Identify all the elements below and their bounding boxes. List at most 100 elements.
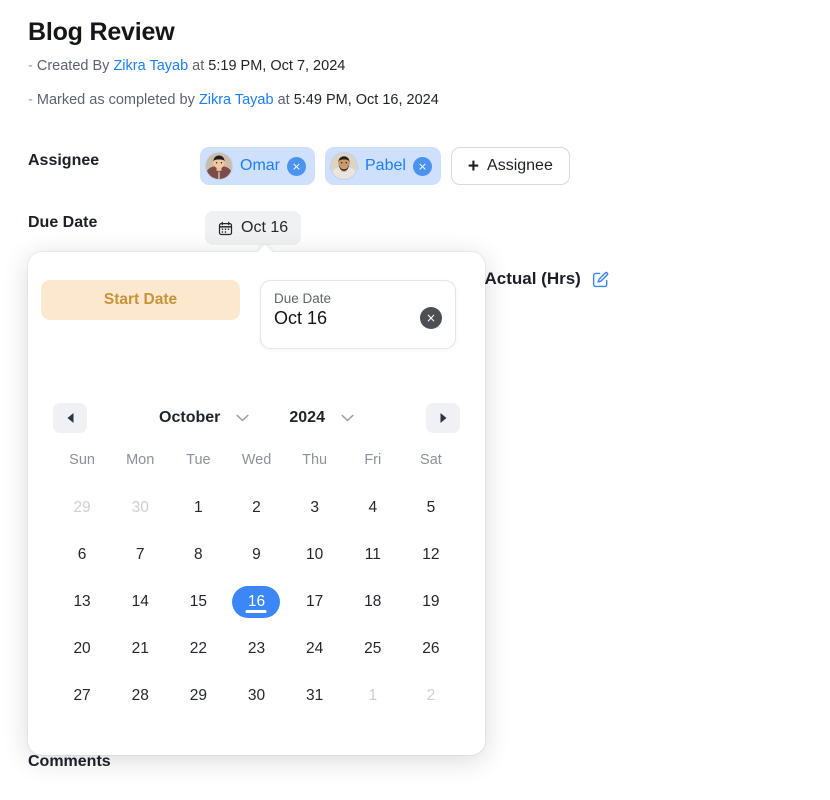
calendar-day-cell[interactable]: 25: [344, 625, 402, 672]
calendar-day-cell[interactable]: 4: [344, 484, 402, 531]
remove-assignee-icon[interactable]: ×: [412, 156, 432, 176]
calendar-day[interactable]: 18: [353, 586, 393, 618]
calendar-day-outside-month[interactable]: 29: [62, 492, 102, 524]
calendar-day[interactable]: 5: [411, 492, 451, 524]
calendar-day-cell[interactable]: 30: [111, 484, 169, 531]
calendar-day-cell[interactable]: 27: [53, 672, 111, 719]
calendar-day-cell[interactable]: 16: [227, 578, 285, 625]
weekday-label: Sat: [420, 452, 442, 468]
calendar-week-row: 13 14 15 16 17 18 19: [53, 578, 460, 625]
calendar-day-cell[interactable]: 10: [286, 531, 344, 578]
calendar-day[interactable]: 24: [295, 633, 335, 665]
completed-by-user-link[interactable]: Zikra Tayab: [199, 92, 274, 108]
calendar-day-cell[interactable]: 31: [286, 672, 344, 719]
calendar-day[interactable]: 6: [62, 539, 102, 571]
calendar-day-cell[interactable]: 26: [402, 625, 460, 672]
calendar-day[interactable]: 1: [178, 492, 218, 524]
due-date-trigger-button[interactable]: Oct 16: [205, 211, 302, 245]
calendar-day[interactable]: 8: [178, 539, 218, 571]
calendar-day-cell[interactable]: 8: [169, 531, 227, 578]
calendar-day[interactable]: 19: [411, 586, 451, 618]
calendar-day-cell[interactable]: 5: [402, 484, 460, 531]
pabel-avatar: [330, 152, 358, 180]
calendar-day-cell[interactable]: 7: [111, 531, 169, 578]
plus-icon: +: [467, 155, 480, 177]
calendar-day-selected[interactable]: 16: [232, 585, 281, 618]
calendar-day[interactable]: 15: [178, 586, 218, 618]
calendar-day[interactable]: 28: [120, 680, 160, 712]
add-assignee-button[interactable]: + Assignee: [450, 147, 570, 185]
assignee-field-label: Assignee: [28, 152, 100, 169]
created-prefix: Created By: [36, 58, 110, 74]
calendar-day[interactable]: 30: [236, 680, 276, 712]
calendar-day[interactable]: 25: [353, 633, 393, 665]
calendar-day-cell[interactable]: 1: [344, 672, 402, 719]
year-select[interactable]: 2024: [289, 409, 354, 427]
next-month-button[interactable]: [426, 403, 460, 433]
start-date-button[interactable]: Start Date: [41, 280, 240, 320]
calendar-day-cell[interactable]: 29: [53, 484, 111, 531]
calendar-day[interactable]: 31: [295, 680, 335, 712]
previous-month-button[interactable]: [53, 403, 87, 433]
weekday-label: Fri: [364, 452, 382, 468]
calendar-day-cell[interactable]: 24: [286, 625, 344, 672]
calendar-day[interactable]: 11: [353, 539, 393, 571]
calendar-day[interactable]: 17: [295, 586, 335, 618]
calendar-day[interactable]: 27: [62, 680, 102, 712]
calendar-day-cell[interactable]: 18: [344, 578, 402, 625]
calendar-day-cell[interactable]: 19: [402, 578, 460, 625]
calendar-day[interactable]: 13: [62, 586, 102, 618]
assignee-chip-omar[interactable]: Omar ×: [200, 147, 315, 185]
calendar-day-cell[interactable]: 21: [111, 625, 169, 672]
calendar-day[interactable]: 14: [120, 586, 160, 618]
calendar-day[interactable]: 3: [295, 492, 335, 524]
calendar-day[interactable]: 4: [353, 492, 393, 524]
month-select[interactable]: October: [159, 409, 249, 427]
calendar-day-outside-month[interactable]: 30: [120, 492, 160, 524]
calendar-day-cell[interactable]: 1: [169, 484, 227, 531]
calendar-day[interactable]: 22: [178, 633, 218, 665]
calendar-day-cell[interactable]: 12: [402, 531, 460, 578]
completed-dash: -: [28, 92, 33, 108]
edit-icon[interactable]: [591, 270, 610, 289]
calendar-day-cell[interactable]: 9: [227, 531, 285, 578]
calendar-day-cell[interactable]: 29: [169, 672, 227, 719]
created-dash: -: [28, 58, 33, 74]
calendar-day[interactable]: 23: [236, 633, 276, 665]
calendar-week-row: 20 21 22 23 24 25 26: [53, 625, 460, 672]
calendar-day[interactable]: 9: [236, 539, 276, 571]
due-date-card[interactable]: Due Date Oct 16 ×: [260, 280, 456, 349]
calendar-day-outside-month[interactable]: 2: [411, 680, 451, 712]
calendar-day[interactable]: 2: [236, 492, 276, 524]
calendar-day-cell[interactable]: 11: [344, 531, 402, 578]
page-title: Blog Review: [28, 18, 175, 46]
calendar-day-cell[interactable]: 20: [53, 625, 111, 672]
calendar-day[interactable]: 26: [411, 633, 451, 665]
clear-due-date-icon[interactable]: ×: [420, 307, 442, 329]
calendar-day-cell[interactable]: 2: [227, 484, 285, 531]
calendar-day-outside-month[interactable]: 1: [353, 680, 393, 712]
calendar-week-row: 27 28 29 30 31 1 2: [53, 672, 460, 719]
calendar-day-cell[interactable]: 30: [227, 672, 285, 719]
calendar-day-cell[interactable]: 15: [169, 578, 227, 625]
calendar-day[interactable]: 29: [178, 680, 218, 712]
calendar-day-cell[interactable]: 2: [402, 672, 460, 719]
comments-section-label: Comments: [28, 753, 111, 770]
remove-assignee-icon[interactable]: ×: [287, 156, 306, 176]
calendar-day-cell[interactable]: 17: [286, 578, 344, 625]
calendar-day[interactable]: 10: [295, 539, 335, 571]
calendar-day-cell[interactable]: 13: [53, 578, 111, 625]
created-meta-line: - Created By Zikra Tayab at 5:19 PM, Oct…: [28, 58, 345, 74]
created-by-user-link[interactable]: Zikra Tayab: [113, 58, 188, 74]
calendar-day-cell[interactable]: 3: [286, 484, 344, 531]
calendar-day-cell[interactable]: 6: [53, 531, 111, 578]
assignee-chip-pabel[interactable]: Pabel ×: [325, 147, 441, 185]
calendar-day-cell[interactable]: 14: [111, 578, 169, 625]
calendar-day-cell[interactable]: 28: [111, 672, 169, 719]
calendar-day[interactable]: 20: [62, 633, 102, 665]
calendar-day-cell[interactable]: 22: [169, 625, 227, 672]
calendar-day-cell[interactable]: 23: [227, 625, 285, 672]
calendar-day[interactable]: 21: [120, 633, 160, 665]
calendar-day[interactable]: 7: [120, 539, 160, 571]
calendar-day[interactable]: 12: [411, 539, 451, 571]
